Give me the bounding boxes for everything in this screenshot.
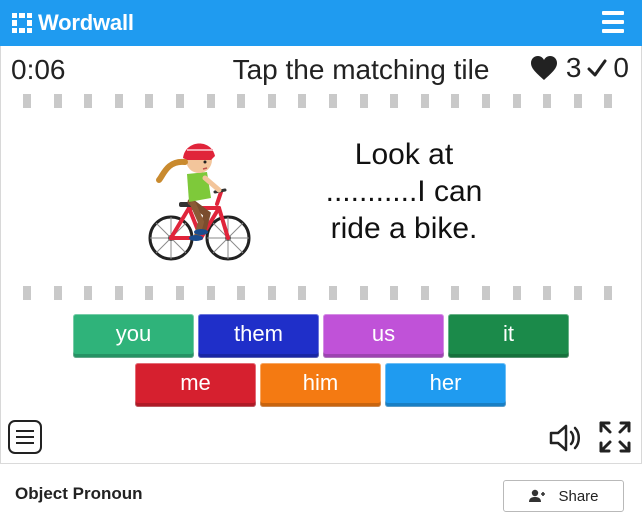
question-line-1: Look at [354,138,454,171]
wordwall-logo[interactable]: Wordwall [12,10,134,36]
fullscreen-icon[interactable] [598,420,632,454]
wordwall-logo-icon [12,13,32,33]
share-label: Share [558,487,599,505]
question-text: Look at ...........I can ride a bike. [289,136,519,247]
film-strip-top [23,94,635,108]
film-strip-bottom [23,286,635,300]
answer-tiles-row-1: you them us it [73,314,569,358]
answer-tile-them[interactable]: them [198,314,319,358]
logo-text: Wordwall [38,10,134,35]
activity-title: Object Pronoun [15,484,143,503]
lives-count: 3 [565,52,582,83]
activity-footer: Object Pronoun Share [0,463,642,517]
hamburger-menu-icon[interactable] [602,11,624,33]
top-bar: Wordwall [0,0,642,46]
instruction-label: Tap the matching tile [232,54,490,85]
question-card: Look at ...........I can ride a bike. [127,126,517,276]
answer-tile-him[interactable]: him [260,363,381,407]
girl-riding-bike-illustration [148,143,251,261]
speaker-icon[interactable] [548,423,582,453]
share-button[interactable]: Share [503,480,624,512]
heart-icon [530,56,557,80]
answer-tile-us[interactable]: us [323,314,444,358]
question-line-3: ride a bike. [330,212,478,245]
list-menu-icon[interactable] [8,420,42,454]
checkmark-icon [587,59,607,77]
score-stats: 3 0 [530,52,629,84]
game-area: 0:06 Tap the matching tile 3 0 Look at .… [0,46,642,463]
answer-tile-her[interactable]: her [385,363,506,407]
instruction-text: Tap the matching tile [1,54,601,86]
answer-tile-it[interactable]: it [448,314,569,358]
answer-tile-you[interactable]: you [73,314,194,358]
correct-count: 0 [613,52,629,83]
question-line-2: ...........I can [325,175,483,208]
answer-tile-me[interactable]: me [135,363,256,407]
user-share-icon [529,489,546,502]
answer-tiles-row-2: me him her [135,363,506,407]
